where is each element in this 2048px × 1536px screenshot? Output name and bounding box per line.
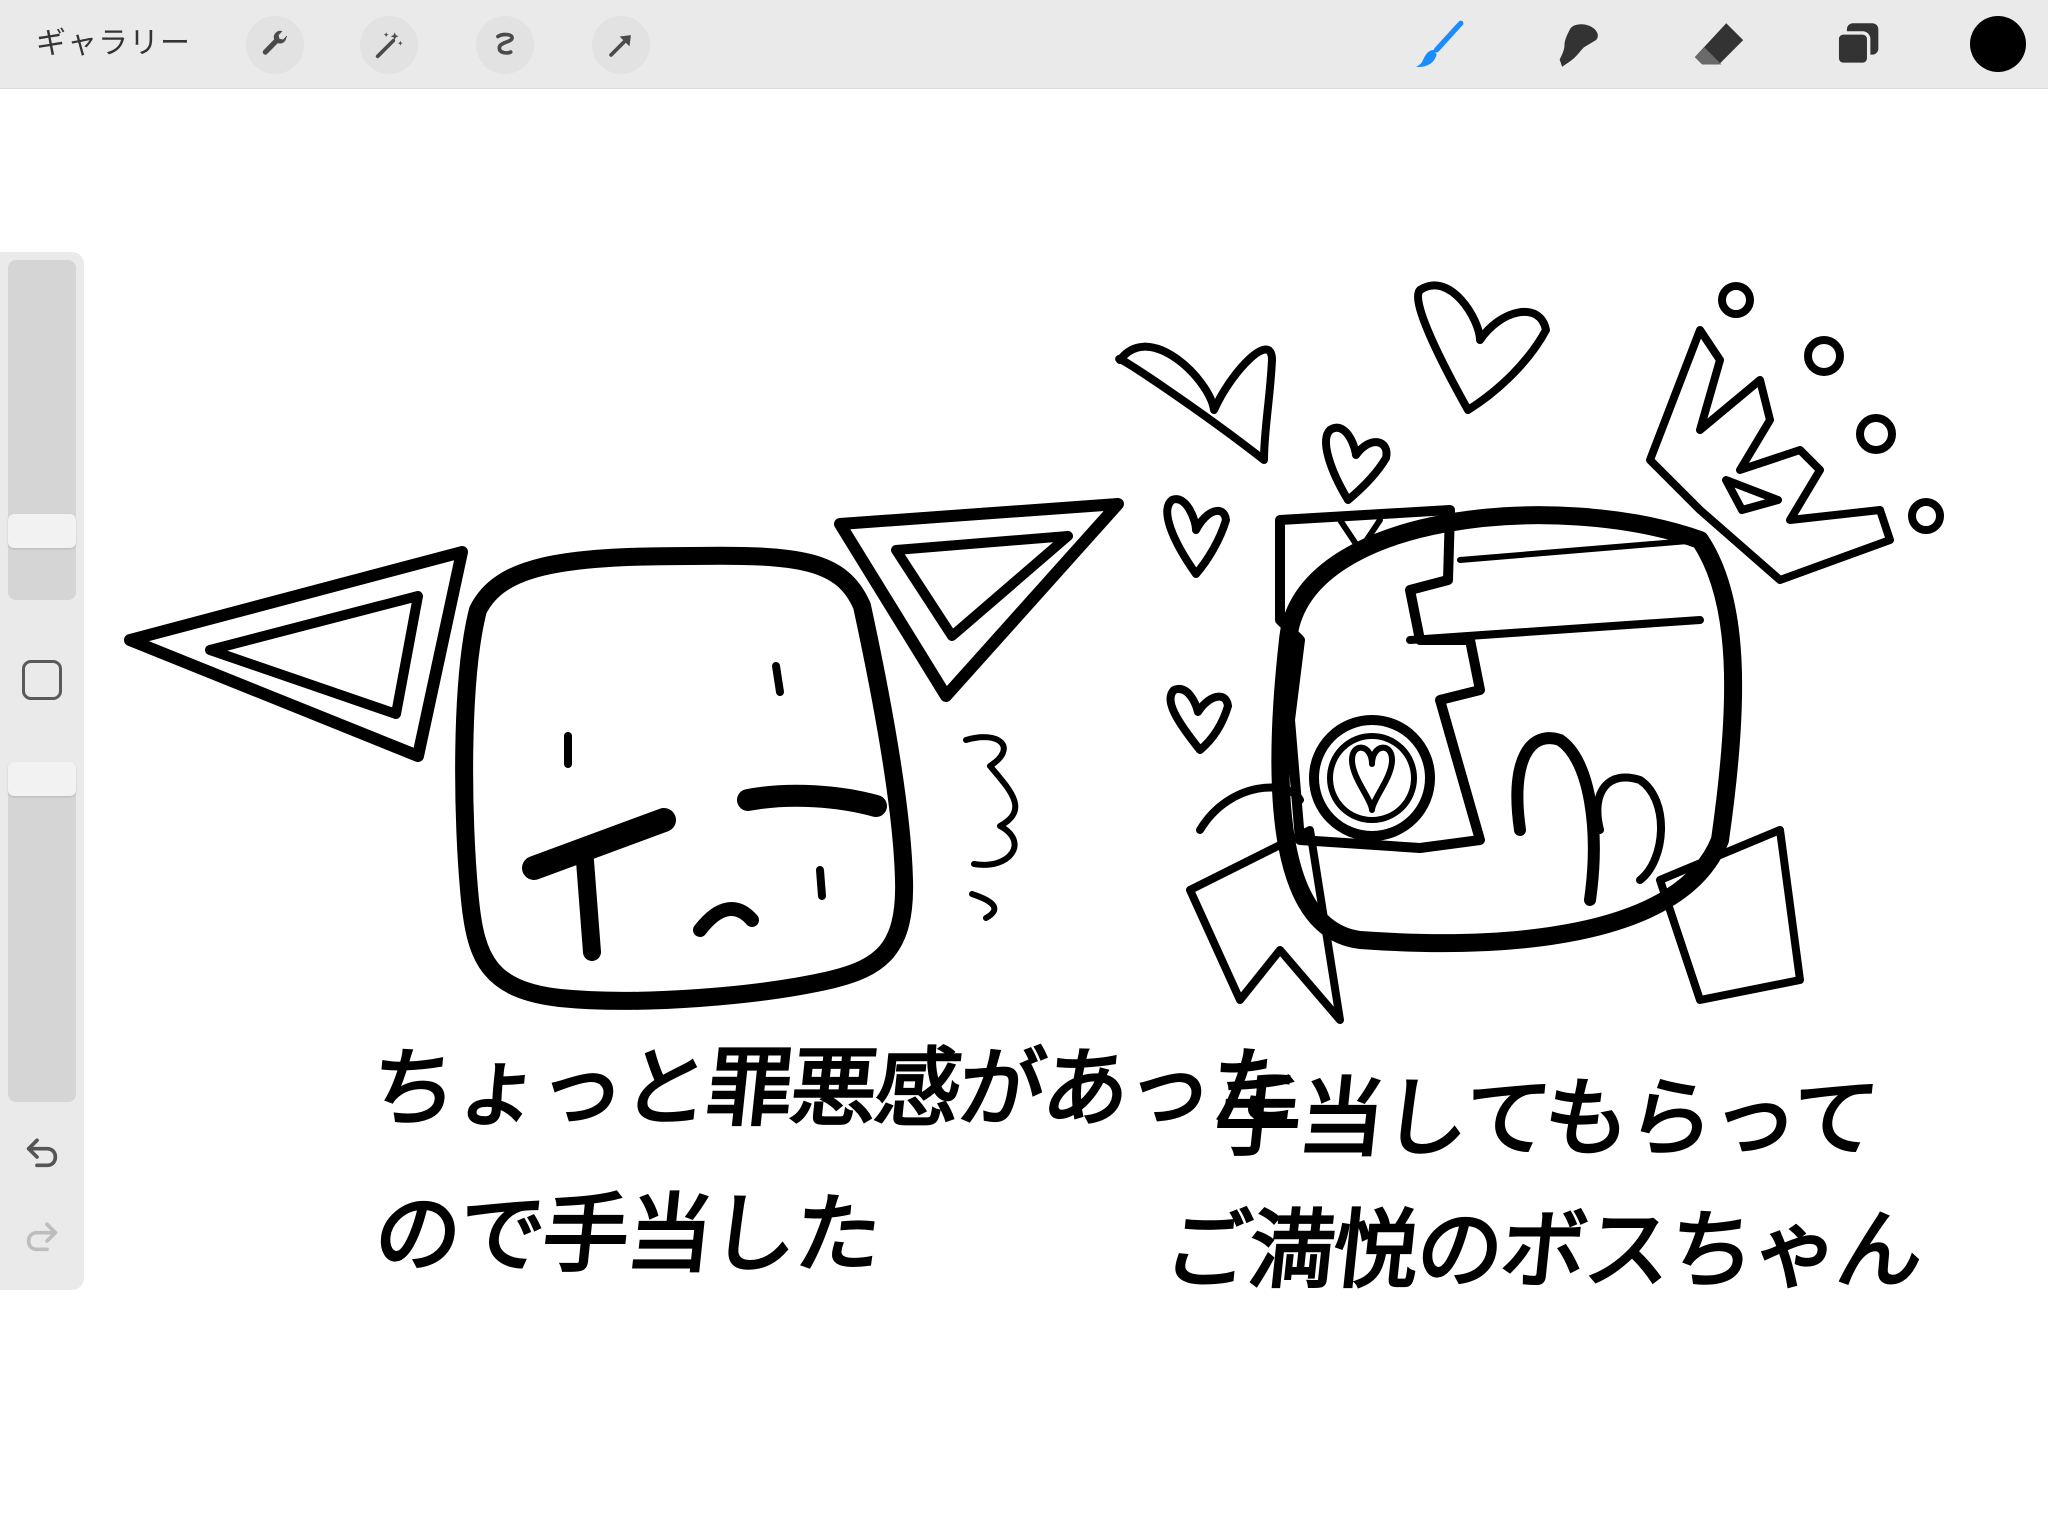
brush-icon (1416, 20, 1464, 67)
boss-character-drawing (1186, 505, 1804, 1024)
undo-icon (26, 1138, 58, 1168)
redo-button[interactable] (22, 1216, 62, 1256)
sidebar (0, 252, 84, 1290)
caption-left-line1: ちょっと罪悪感があった (365, 1039, 1301, 1139)
layers-icon (1835, 23, 1879, 67)
top-toolbar: ギャラリー (0, 0, 2048, 89)
redo-icon (26, 1222, 58, 1252)
eraser-button[interactable] (1686, 12, 1752, 78)
color-picker-button[interactable] (1970, 16, 2026, 72)
magic-wand-icon (375, 32, 403, 59)
hearts-drawing (1115, 281, 1550, 754)
selection-icon (496, 32, 514, 55)
left-ear-drawing (124, 546, 468, 762)
transform-arrow-icon (609, 35, 631, 57)
undo-button[interactable] (22, 1132, 62, 1172)
right-ear-drawing (834, 498, 1124, 702)
smudge-icon (1559, 24, 1598, 67)
opacity-thumb[interactable] (8, 762, 76, 796)
brush-button[interactable] (1406, 12, 1472, 78)
brush-size-thumb[interactable] (8, 514, 76, 548)
left-face-drawing (522, 662, 1019, 961)
layers-button[interactable] (1826, 12, 1892, 78)
caption-right-line2: ご満悦のボスちゃん (1159, 1201, 1927, 1301)
modify-button[interactable] (22, 660, 62, 700)
drawing-canvas[interactable] (0, 0, 2048, 1536)
transform-button[interactable] (592, 16, 650, 74)
opacity-slider[interactable] (8, 762, 76, 1102)
wrench-icon (262, 30, 288, 55)
caption-right-line1: 手当してもらって (1209, 1069, 1882, 1169)
adjustments-button[interactable] (360, 16, 418, 74)
brush-size-slider[interactable] (8, 260, 76, 600)
left-head-drawing (455, 546, 914, 1010)
caption-left-line2: ので手当した (369, 1185, 885, 1285)
smudge-button[interactable] (1546, 12, 1612, 78)
actions-button[interactable] (246, 16, 304, 74)
eraser-icon (1694, 23, 1744, 65)
selection-button[interactable] (476, 16, 534, 74)
gallery-button[interactable]: ギャラリー (36, 22, 191, 66)
crown-drawing (1646, 282, 1944, 584)
